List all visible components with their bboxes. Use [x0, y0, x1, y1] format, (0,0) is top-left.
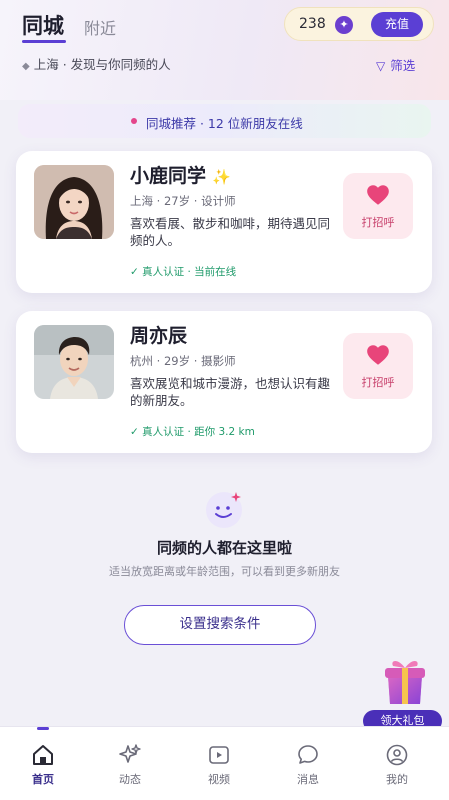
recharge-button[interactable]: 充值: [371, 12, 423, 37]
bottom-tab-bar: 首页 动态 视频 消息 我的: [0, 726, 449, 800]
verify-status: ✓ 真人认证 · 当前在线: [130, 266, 237, 278]
gift-box-icon[interactable]: [380, 654, 430, 708]
active-tab-indicator: [22, 40, 66, 43]
tab-profile[interactable]: 我的: [362, 727, 432, 800]
filter-label: 筛选: [390, 58, 416, 73]
tab-video[interactable]: 视频: [184, 727, 254, 800]
tab-messages[interactable]: 消息: [273, 727, 343, 800]
tab-same-city[interactable]: 同城: [22, 10, 64, 40]
user-name-text: 小鹿同学: [130, 165, 207, 187]
location-pin-icon: ◆: [22, 61, 30, 72]
avatar-man-image: [34, 325, 114, 399]
tab-moments[interactable]: 动态: [95, 727, 165, 800]
verify-status: ✓ 真人认证 · 距你 3.2 km: [130, 426, 255, 438]
location-row: ◆ 上海 · 发现与你同频的人: [22, 54, 171, 73]
location-slogan: 发现与你同频的人: [70, 57, 171, 72]
tab-label: 首页: [32, 773, 54, 786]
video-icon: [209, 746, 229, 764]
user-icon: [386, 744, 408, 766]
sparkle-icon: ✨: [212, 168, 231, 186]
heart-icon: [367, 345, 389, 365]
location-separator: ·: [58, 57, 71, 72]
header: 同城 附近 238 ✦ 充值 ◆ 上海 · 发现与你同频的人 ▽ 筛选: [0, 0, 449, 90]
recommend-banner: 同城推荐 · 12 位新朋友在线: [18, 104, 431, 138]
greet-button[interactable]: 打招呼: [343, 173, 413, 239]
set-search-criteria-button[interactable]: 设置搜索条件: [124, 605, 316, 645]
avatar[interactable]: [34, 325, 114, 399]
user-name: 小鹿同学 ✨: [130, 161, 231, 188]
tab-home[interactable]: 首页: [8, 727, 78, 800]
tab-nearby[interactable]: 附近: [84, 15, 116, 39]
empty-state-subtitle: 适当放宽距离或年龄范围，可以看到更多新朋友: [109, 565, 340, 578]
greet-label: 打招呼: [361, 216, 395, 229]
location-city: 上海: [33, 57, 59, 72]
avatar-woman-image: [34, 165, 114, 239]
online-dot: [131, 118, 137, 124]
user-meta: 上海 · 27岁 · 设计师: [130, 194, 236, 208]
filter-button[interactable]: ▽ 筛选: [376, 55, 415, 74]
recommend-banner-text: 同城推荐 · 12 位新朋友在线: [146, 116, 303, 131]
user-meta: 杭州 · 29岁 · 摄影师: [130, 354, 236, 368]
tab-label: 我的: [386, 773, 408, 786]
user-name-text: 周亦辰: [130, 325, 188, 347]
home-icon: [33, 745, 53, 765]
user-name: 周亦辰: [130, 321, 187, 348]
user-card[interactable]: 周亦辰 杭州 · 29岁 · 摄影师 喜欢展览和城市漫游，也想认识有趣的新朋友。…: [16, 311, 432, 453]
chat-bubble-icon: [298, 745, 318, 764]
empty-state-title: 同频的人都在这里啦: [156, 539, 292, 557]
user-bio: 喜欢看展、散步和咖啡，期待遇见同频的人。: [130, 216, 331, 248]
filter-icon: ▽: [376, 59, 386, 73]
avatar[interactable]: [34, 165, 114, 239]
tab-label: 动态: [119, 773, 141, 786]
coin-icon: ✦: [335, 16, 353, 34]
coin-balance-pill: 238 ✦ 充值: [284, 7, 434, 41]
smile-sparkle-icon: [206, 492, 242, 528]
greet-button[interactable]: 打招呼: [343, 333, 413, 399]
coin-count: 238: [299, 16, 326, 32]
sparkle-icon: [119, 744, 141, 763]
heart-icon: [367, 185, 389, 205]
tab-label: 视频: [208, 773, 230, 786]
tab-label: 消息: [297, 773, 319, 786]
active-tab-marker: [37, 727, 49, 730]
user-card[interactable]: 小鹿同学 ✨ 上海 · 27岁 · 设计师 喜欢看展、散步和咖啡，期待遇见同频的人…: [16, 151, 432, 293]
greet-label: 打招呼: [361, 376, 395, 389]
user-bio: 喜欢展览和城市漫游，也想认识有趣的新朋友。: [130, 376, 331, 408]
